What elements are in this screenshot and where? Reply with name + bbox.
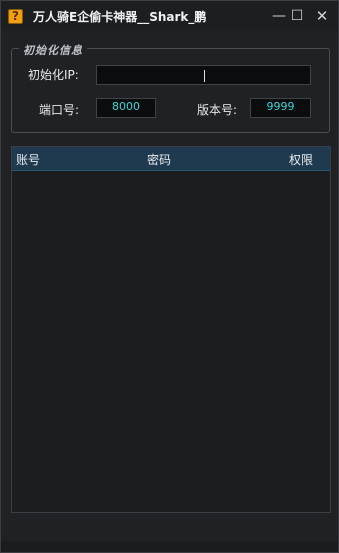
port-label: 端口号: [39, 103, 80, 117]
status-bar [1, 541, 338, 552]
ip-label: 初始化IP: [28, 68, 79, 82]
ip-input[interactable] [96, 65, 311, 85]
minimize-button[interactable]: — [269, 7, 289, 25]
app-icon: ? [8, 9, 23, 24]
column-header-account[interactable]: 账号 [16, 151, 40, 168]
version-label: 版本号: [197, 103, 238, 117]
text-caret [204, 70, 205, 82]
init-info-legend: 初始化信息 [19, 42, 87, 58]
main-window: ? 万人骑E企偷卡神器__Shark_鹏 — ☐ ✕ 初始化信息 初始化IP: … [0, 0, 339, 553]
column-header-permission[interactable]: 权限 [289, 151, 313, 168]
close-button[interactable]: ✕ [312, 7, 332, 25]
window-title: 万人骑E企偷卡神器__Shark_鹏 [33, 10, 207, 24]
port-input[interactable]: 8000 [96, 98, 156, 118]
version-input[interactable]: 9999 [250, 98, 311, 118]
account-table[interactable]: 账号 密码 权限 [11, 146, 331, 513]
title-bar[interactable]: ? 万人骑E企偷卡神器__Shark_鹏 — ☐ ✕ [1, 1, 338, 31]
table-header: 账号 密码 权限 [12, 147, 330, 171]
column-header-password[interactable]: 密码 [147, 151, 171, 168]
maximize-button[interactable]: ☐ [287, 7, 307, 25]
init-info-group [11, 48, 330, 133]
